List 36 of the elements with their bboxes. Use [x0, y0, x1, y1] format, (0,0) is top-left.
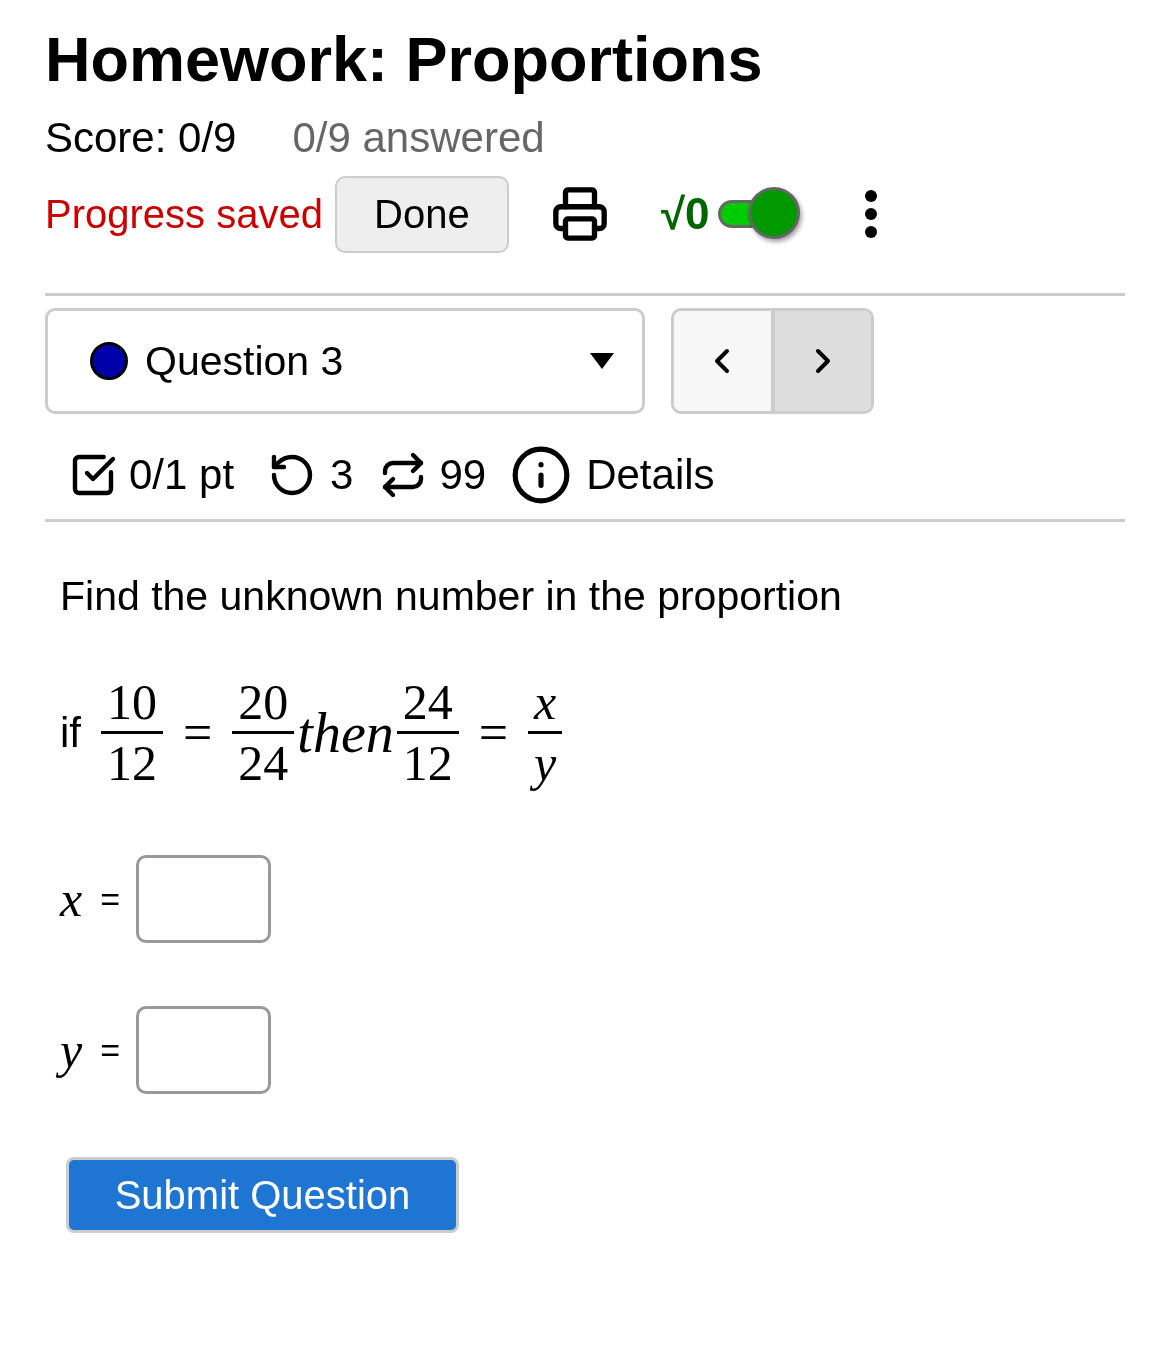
answer-field[interactable] — [136, 1006, 272, 1094]
math-text: if — [60, 708, 81, 757]
print-icon — [550, 185, 609, 243]
fraction-denominator: 24 — [237, 734, 290, 792]
math-text: then — [297, 702, 394, 763]
math-entry-label: √0 — [660, 188, 710, 240]
variable-label: x — [60, 872, 83, 926]
equals-sign: = — [100, 879, 121, 919]
fraction-denominator: 12 — [401, 734, 454, 792]
print-button[interactable] — [550, 185, 609, 243]
fraction-denominator: 12 — [106, 734, 158, 792]
page-title: Homework: Proportions — [45, 23, 763, 95]
fraction-denominator: y — [528, 734, 563, 792]
score-text: Score: 0/9 — [45, 114, 237, 162]
caret-icon — [590, 353, 614, 369]
more-icon — [863, 189, 878, 239]
question-prompt: Find the unknown number in the proportion — [60, 572, 842, 620]
equals-sign: = — [100, 1030, 121, 1070]
fraction-numerator: 10 — [106, 673, 158, 731]
answered-count: 0/9 answered — [292, 114, 545, 162]
details-button[interactable]: Details — [510, 444, 715, 506]
submit-button[interactable]: Submit Question — [66, 1157, 459, 1233]
equals-sign: = — [183, 704, 213, 761]
fraction-numerator: 24 — [401, 673, 454, 731]
done-button[interactable]: Done — [334, 175, 509, 253]
retries-count: 3 — [330, 451, 354, 499]
question-label: Question 3 — [145, 337, 344, 385]
question-dropdown[interactable]: Question 3 — [45, 308, 645, 414]
fraction-numerator: x — [532, 673, 558, 731]
attempts-count: 99 — [439, 451, 487, 499]
answer-field[interactable] — [136, 855, 272, 943]
fraction-numerator: 20 — [237, 673, 290, 731]
points-text: 0/1 pt — [129, 451, 235, 499]
equals-sign: = — [478, 704, 509, 761]
progress-status: Progress saved — [45, 191, 323, 238]
previous-button[interactable] — [674, 311, 775, 411]
